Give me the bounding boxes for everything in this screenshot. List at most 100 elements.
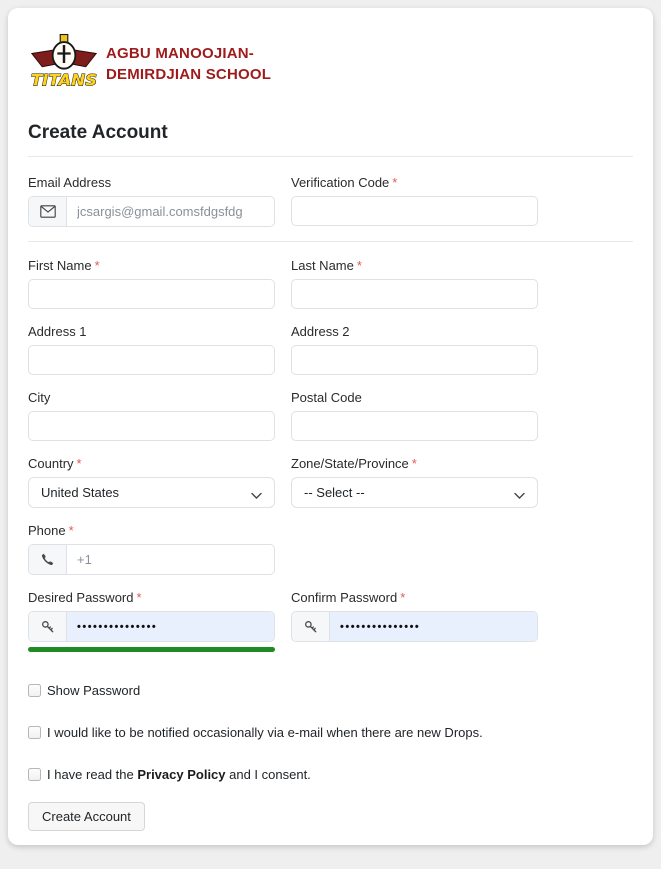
required-asterisk: * [69,523,74,538]
svg-text:TITANS: TITANS [31,71,97,90]
desired-password-input[interactable] [67,612,274,641]
field-confirm-password: Confirm Password* [291,589,538,652]
privacy-checkbox[interactable] [28,768,41,781]
school-name: AGBU MANOOJIAN- DEMIRDJIAN SCHOOL [106,44,271,85]
email-label-text: Email Address [28,175,111,190]
postal-code-input[interactable] [291,411,538,441]
field-last-name: Last Name* [291,257,538,309]
desired-password-label-text: Desired Password [28,590,134,605]
envelope-icon [29,197,67,226]
titans-logo-icon: TITANS [28,33,100,96]
section-divider [28,241,633,242]
required-asterisk: * [357,258,362,273]
required-asterisk: * [392,175,397,190]
zone-label-text: Zone/State/Province [291,456,409,471]
title-divider [28,156,633,157]
notify-checkbox[interactable] [28,726,41,739]
email-input[interactable] [67,197,274,226]
verification-code-label: Verification Code* [291,174,538,192]
school-name-line2: DEMIRDJIAN SCHOOL [106,65,271,85]
checkbox-section: Show Password I would like to be notifie… [28,682,633,783]
key-icon [29,612,67,641]
show-password-checkbox[interactable] [28,684,41,697]
address2-label: Address 2 [291,323,538,341]
create-account-button[interactable]: Create Account [28,802,145,831]
row-phone-spacer [291,522,538,575]
last-name-label-text: Last Name [291,258,354,273]
country-label-text: Country [28,456,74,471]
notify-row: I would like to be notified occasionally… [28,724,633,741]
required-asterisk: * [95,258,100,273]
email-label: Email Address [28,174,275,192]
page-title: Create Account [28,122,633,144]
privacy-label: I have read the Privacy Policy and I con… [47,766,311,783]
required-asterisk: * [77,456,82,471]
required-asterisk: * [400,590,405,605]
zone-select[interactable]: -- Select -- [291,477,538,508]
desired-password-group [28,611,275,642]
address2-label-text: Address 2 [291,324,350,339]
row-email-verification: Email Address Verification Code* [28,174,633,227]
confirm-password-label-text: Confirm Password [291,590,397,605]
postal-code-label: Postal Code [291,389,538,407]
field-country: Country* United States [28,455,275,508]
address1-label-text: Address 1 [28,324,87,339]
privacy-text-prefix: I have read the [47,767,137,782]
row-country-zone: Country* United States Zone/State/Provin… [28,455,633,508]
last-name-label: Last Name* [291,257,538,275]
field-city: City [28,389,275,441]
phone-icon [29,545,67,574]
confirm-password-group [291,611,538,642]
desired-password-label: Desired Password* [28,589,275,607]
school-name-line1: AGBU MANOOJIAN- [106,44,271,64]
last-name-input[interactable] [291,279,538,309]
field-desired-password: Desired Password* [28,589,275,652]
required-asterisk: * [137,590,142,605]
notify-label: I would like to be notified occasionally… [47,724,483,741]
show-password-label: Show Password [47,682,140,699]
chevron-down-icon [514,488,525,503]
required-asterisk: * [412,456,417,471]
city-label: City [28,389,275,407]
address1-label: Address 1 [28,323,275,341]
phone-label: Phone* [28,522,275,540]
password-strength-bar [28,647,275,652]
city-label-text: City [28,390,50,405]
city-input[interactable] [28,411,275,441]
field-phone: Phone* [28,522,275,575]
country-label: Country* [28,455,275,473]
row-name: First Name* Last Name* [28,257,633,309]
field-zone: Zone/State/Province* -- Select -- [291,455,538,508]
phone-input-group [28,544,275,575]
field-address2: Address 2 [291,323,538,375]
address1-input[interactable] [28,345,275,375]
privacy-text-suffix: and I consent. [226,767,311,782]
privacy-policy-link[interactable]: Privacy Policy [137,767,225,782]
confirm-password-label: Confirm Password* [291,589,538,607]
address2-input[interactable] [291,345,538,375]
create-account-card: TITANS AGBU MANOOJIAN- DEMIRDJIAN SCHOOL… [8,8,653,845]
field-email: Email Address [28,174,275,227]
phone-label-text: Phone [28,523,66,538]
chevron-down-icon [251,488,262,503]
first-name-label-text: First Name [28,258,92,273]
email-input-group [28,196,275,227]
field-postal-code: Postal Code [291,389,538,441]
verification-code-input[interactable] [291,196,538,226]
confirm-password-input[interactable] [330,612,537,641]
country-selected-value: United States [41,485,119,500]
key-icon [292,612,330,641]
field-address1: Address 1 [28,323,275,375]
show-password-row: Show Password [28,682,633,699]
verification-code-label-text: Verification Code [291,175,389,190]
row-address: Address 1 Address 2 [28,323,633,375]
row-passwords: Desired Password* Confirm Password* [28,589,633,652]
field-verification-code: Verification Code* [291,174,538,227]
privacy-row: I have read the Privacy Policy and I con… [28,766,633,783]
country-select[interactable]: United States [28,477,275,508]
brand-header: TITANS AGBU MANOOJIAN- DEMIRDJIAN SCHOOL [28,33,633,96]
row-phone: Phone* [28,522,633,575]
first-name-input[interactable] [28,279,275,309]
phone-input[interactable] [67,545,274,574]
zone-label: Zone/State/Province* [291,455,538,473]
